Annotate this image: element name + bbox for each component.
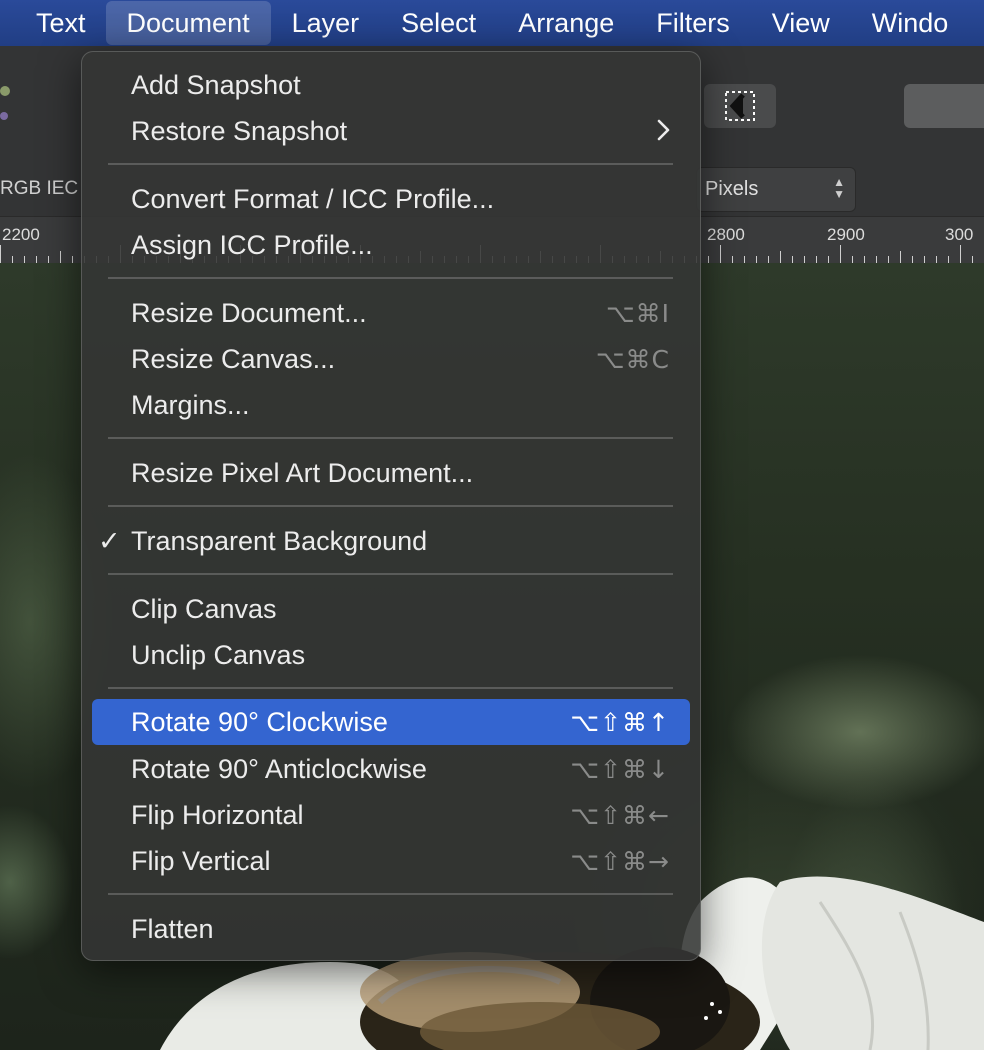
units-value: Pixels (705, 178, 759, 200)
checkmark-icon: ✓ (98, 525, 121, 556)
menu-item-label: Resize Document... (131, 297, 367, 328)
marquee-icon (725, 91, 755, 121)
menu-item-shortcut: ⌥⌘C (595, 344, 670, 374)
selection-mode-button[interactable] (704, 84, 776, 128)
menu-select[interactable]: Select (380, 0, 497, 46)
document-menu: Add Snapshot Restore Snapshot Convert Fo… (81, 51, 701, 961)
menu-item-shortcut: ⌥⇧⌘→ (570, 846, 670, 876)
menu-separator (108, 893, 673, 895)
menu-filters[interactable]: Filters (635, 0, 751, 46)
menu-item-resize-canvas[interactable]: Resize Canvas... ⌥⌘C (92, 336, 690, 382)
menu-item-label: Flatten (131, 913, 214, 944)
menu-item-label: Rotate 90° Clockwise (131, 706, 388, 737)
menu-item-assign-icc[interactable]: Assign ICC Profile... (92, 222, 690, 268)
menu-item-label: Clip Canvas (131, 593, 277, 624)
menu-item-rotate-clockwise[interactable]: Rotate 90° Clockwise ⌥⇧⌘↑ (92, 699, 690, 745)
menu-item-transparent-background[interactable]: ✓ Transparent Background (92, 518, 690, 564)
color-swatch-purple[interactable] (0, 112, 8, 120)
menu-item-label: Resize Pixel Art Document... (131, 457, 474, 488)
ruler-label: 2200 (2, 225, 40, 244)
menu-item-label: Unclip Canvas (131, 639, 306, 670)
ruler-label: 300 (945, 225, 974, 244)
ruler-label: 2900 (827, 225, 865, 244)
menu-arrange[interactable]: Arrange (497, 0, 635, 46)
color-profile-label: RGB IEC (0, 178, 79, 199)
color-swatch-green[interactable] (0, 86, 10, 96)
menu-separator (108, 505, 673, 507)
menu-item-unclip-canvas[interactable]: Unclip Canvas (92, 632, 690, 678)
menu-item-clip-canvas[interactable]: Clip Canvas (92, 586, 690, 632)
menu-item-margins[interactable]: Margins... (92, 382, 690, 428)
menu-item-shortcut: ⌥⇧⌘↓ (570, 754, 670, 784)
menu-item-rotate-anticlockwise[interactable]: Rotate 90° Anticlockwise ⌥⇧⌘↓ (92, 746, 690, 792)
menu-item-shortcut: ⌥⇧⌘← (570, 800, 670, 830)
menu-layer[interactable]: Layer (271, 0, 381, 46)
menu-item-add-snapshot[interactable]: Add Snapshot (92, 62, 690, 108)
ruler-label: 2800 (707, 225, 745, 244)
menu-separator (108, 573, 673, 575)
menu-separator (108, 163, 673, 165)
toolbar-button-right[interactable] (904, 84, 984, 128)
menu-item-flatten[interactable]: Flatten (92, 906, 690, 952)
menu-item-label: Assign ICC Profile... (131, 229, 373, 260)
menu-item-label: Add Snapshot (131, 69, 301, 100)
menu-item-label: Resize Canvas... (131, 343, 336, 374)
menu-item-convert-format[interactable]: Convert Format / ICC Profile... (92, 176, 690, 222)
menu-item-label: Flip Horizontal (131, 799, 304, 830)
menu-item-label: Rotate 90° Anticlockwise (131, 753, 427, 784)
menu-item-resize-pixel-art[interactable]: Resize Pixel Art Document... (92, 450, 690, 496)
menu-item-flip-vertical[interactable]: Flip Vertical ⌥⇧⌘→ (92, 838, 690, 884)
menu-separator (108, 277, 673, 279)
units-select[interactable]: Pixels ▲ ▼ (696, 167, 856, 212)
menu-item-shortcut: ⌥⇧⌘↑ (570, 707, 670, 737)
menu-item-restore-snapshot[interactable]: Restore Snapshot (92, 108, 690, 154)
menu-item-label: Flip Vertical (131, 845, 271, 876)
menu-item-label: Convert Format / ICC Profile... (131, 183, 495, 214)
menu-item-label: Restore Snapshot (131, 115, 348, 146)
menu-bar: Text Document Layer Select Arrange Filte… (0, 0, 984, 46)
chevron-right-icon (657, 119, 670, 141)
menu-separator (108, 687, 673, 689)
menu-item-resize-document[interactable]: Resize Document... ⌥⌘I (92, 290, 690, 336)
menu-view[interactable]: View (751, 0, 851, 46)
menu-item-label: Transparent Background (131, 525, 428, 556)
menu-separator (108, 437, 673, 439)
menu-item-shortcut: ⌥⌘I (605, 298, 670, 328)
menu-item-label: Margins... (131, 389, 250, 420)
menu-text[interactable]: Text (0, 0, 106, 46)
menu-window[interactable]: Windo (851, 0, 970, 46)
menu-item-flip-horizontal[interactable]: Flip Horizontal ⌥⇧⌘← (92, 792, 690, 838)
menu-document[interactable]: Document (105, 1, 271, 45)
select-arrows-icon: ▲ ▼ (833, 175, 845, 201)
